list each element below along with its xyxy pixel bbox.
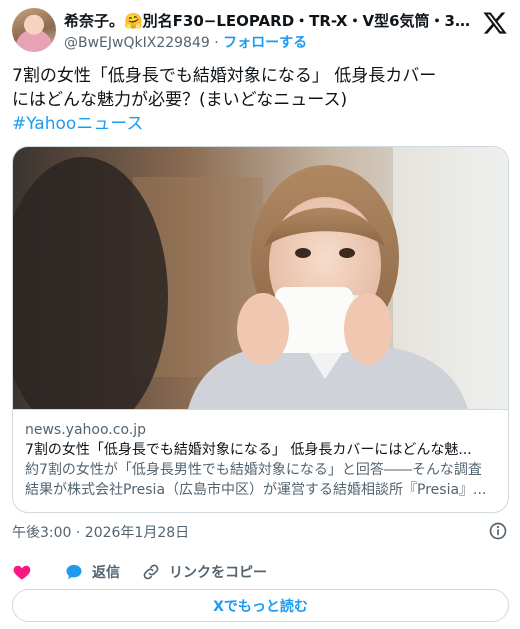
- author-handle-row: @BwEJwQkIX229849 · フォローする: [64, 32, 307, 52]
- handle-separator: ·: [214, 35, 219, 51]
- reply-label: 返信: [92, 565, 120, 581]
- tweet-text-line: にはどんな魅力が必要？(まいどなニュース): [12, 90, 348, 110]
- card-title: 7割の女性「低身長でも結婚対象になる」 低身長カバーにはどんな魅...: [25, 442, 472, 458]
- reply-button[interactable]: 返信: [64, 560, 120, 584]
- tweet-text-line: 7割の女性「低身長でも結婚対象になる」 低身長カバー: [12, 66, 437, 86]
- copy-link-button[interactable]: リンクをコピー: [141, 560, 267, 584]
- tweet-text: 7割の女性「低身長でも結婚対象になる」 低身長カバー にはどんな魅力が必要？(ま…: [12, 64, 508, 136]
- info-icon[interactable]: [488, 521, 508, 541]
- card-description-line: 約7割の女性が「低身長男性でも結婚対象になる」と回答――そんな調査: [25, 462, 482, 478]
- card-photo: [13, 147, 508, 409]
- x-logo-icon[interactable]: [482, 10, 508, 36]
- card-description: 約7割の女性が「低身長男性でも結婚対象になる」と回答――そんな調査 結果が株式会…: [25, 460, 498, 500]
- author-avatar[interactable]: [12, 8, 56, 52]
- hashtag-link[interactable]: #Yahooニュース: [12, 112, 508, 136]
- author-display-name[interactable]: 希奈子。🤗別名F30−LEOPARD・TR-X・V型6気筒・3.0L・GR...: [64, 10, 474, 31]
- card-description-line: 結果が株式会社Presia（広島市中区）が運営する結婚相談所『Presia』..…: [25, 482, 487, 498]
- author-handle[interactable]: @BwEJwQkIX229849: [64, 35, 210, 51]
- tweet-header: 希奈子。🤗別名F30−LEOPARD・TR-X・V型6気筒・3.0L・GR...…: [12, 8, 508, 54]
- tweet-timestamp[interactable]: 午後3:00 · 2026年1月28日: [12, 522, 189, 542]
- heart-icon: [13, 565, 31, 580]
- follow-button[interactable]: フォローする: [223, 35, 307, 51]
- reply-bubble-icon: [66, 564, 82, 580]
- like-button[interactable]: [12, 560, 40, 584]
- card-domain: news.yahoo.co.jp: [25, 422, 146, 438]
- copy-link-label: リンクをコピー: [169, 565, 267, 581]
- link-card[interactable]: news.yahoo.co.jp 7割の女性「低身長でも結婚対象になる」 低身長…: [12, 146, 509, 513]
- tweet-actions: 返信 リンクをコピー: [12, 560, 508, 584]
- read-more-on-x-button[interactable]: Xでもっと読む: [12, 589, 509, 622]
- card-meta[interactable]: news.yahoo.co.jp 7割の女性「低身長でも結婚対象になる」 低身長…: [13, 409, 508, 512]
- link-icon: [143, 564, 159, 580]
- card-image[interactable]: [13, 147, 508, 409]
